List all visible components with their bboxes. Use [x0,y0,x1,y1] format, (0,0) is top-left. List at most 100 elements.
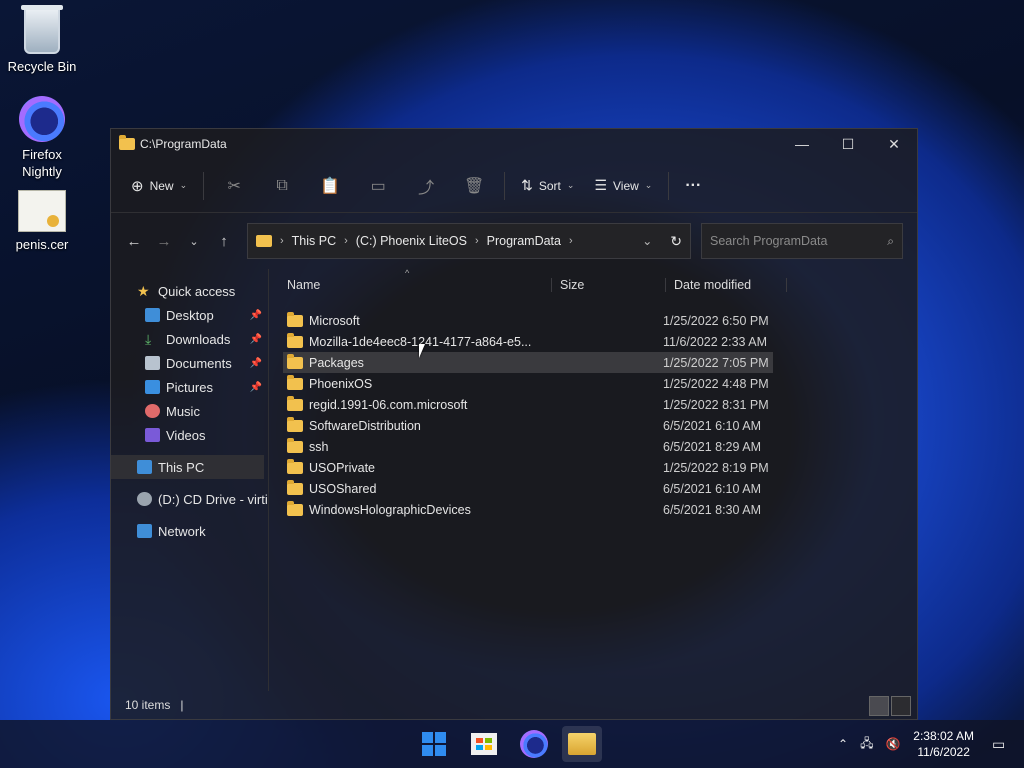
search-box[interactable]: ⌕ [701,223,903,259]
sidebar-item-this-pc[interactable]: This PC [111,455,264,479]
chevron-down-icon: ⌄ [566,180,575,190]
maximize-button[interactable]: ☐ [825,129,871,159]
command-bar: ⊕ New ⌄ ✂ ⧉ 📋 ▭ ⤴ 🗑 ⇅ Sort ⌄ ☰ View ⌄ ··… [111,159,917,213]
sidebar-item-label: Desktop [166,307,214,323]
sidebar-item-desktop[interactable]: Desktop 📌 [111,303,268,327]
sidebar-item-pictures[interactable]: Pictures 📌 [111,375,268,399]
column-header-name[interactable]: Name [279,278,551,292]
column-header-date[interactable]: Date modified [665,278,787,292]
chevron-up-icon[interactable]: ⌃ [838,737,848,751]
file-date: 1/25/2022 7:05 PM [663,355,769,370]
file-name: Packages [309,355,364,370]
up-arrow-icon[interactable]: ↑ [209,233,239,250]
breadcrumb-drive[interactable]: (C:) Phoenix LiteOS [356,234,467,248]
notification-icon: ▭ [992,735,1006,752]
folder-icon [287,458,303,474]
rename-icon[interactable]: ▭ [354,176,402,196]
taskbar-store[interactable] [464,726,504,762]
sidebar-item-label: (D:) CD Drive - virti [158,491,268,507]
file-row[interactable]: regid.1991-06.com.microsoft 1/25/2022 8:3… [283,394,773,415]
sidebar-item-videos[interactable]: Videos [111,423,268,447]
sort-label: Sort [538,178,561,193]
sidebar-item-label: This PC [158,459,205,475]
file-row[interactable]: ssh 6/5/2021 8:29 AM [283,436,773,457]
toolbar-divider [203,171,205,200]
sidebar-item-cd-drive[interactable]: (D:) CD Drive - virti [111,487,268,511]
desktop-icon-recycle-bin[interactable]: Recycle Bin [2,5,82,75]
desktop-icon-firefox-nightly[interactable]: Firefox Nightly [2,96,82,180]
file-date: 1/25/2022 6:50 PM [663,313,769,328]
back-arrow-icon[interactable]: ← [119,233,149,250]
forward-arrow-icon[interactable]: → [149,233,179,250]
file-date: 1/25/2022 8:19 PM [663,460,769,475]
store-icon [471,733,497,755]
file-row[interactable]: USOPrivate 1/25/2022 8:19 PM [283,457,773,478]
start-button[interactable] [414,726,454,762]
toolbar-divider [668,171,670,200]
file-name: USOShared [309,481,377,496]
search-input[interactable] [710,234,888,248]
address-bar[interactable]: › This PC › (C:) Phoenix LiteOS › Progra… [247,223,691,259]
title-bar[interactable]: C:\ProgramData — ☐ ✕ [111,129,917,159]
desktop-icon-penis-cer[interactable]: penis.cer [2,190,82,253]
file-date: 6/5/2021 6:10 AM [663,481,761,496]
file-row[interactable]: Microsoft 1/25/2022 6:50 PM [283,310,773,331]
taskbar-file-explorer[interactable] [562,726,602,762]
volume-muted-icon[interactable]: 🔇 [885,737,900,751]
view-switcher [869,696,911,716]
sidebar-item-documents[interactable]: Documents 📌 [111,351,268,375]
file-row[interactable]: WindowsHolographicDevices 6/5/2021 8:30 A… [283,499,773,520]
more-options-button[interactable]: ··· [675,171,711,201]
large-icons-view-icon[interactable] [891,696,911,716]
breadcrumb-this-pc[interactable]: This PC [292,234,336,248]
taskbar-clock[interactable]: 2:38:02 AM 11/6/2022 [913,728,974,760]
network-status-icon[interactable]: 🖧 [860,734,873,755]
mouse-cursor-icon [419,344,425,358]
new-button[interactable]: ⊕ New ⌄ [121,171,197,201]
file-row[interactable]: PhoenixOS 1/25/2022 4:48 PM [283,373,773,394]
sidebar-item-downloads[interactable]: ⤓ Downloads 📌 [111,327,268,351]
network-icon [137,524,152,538]
file-name: Microsoft [309,313,360,328]
view-button[interactable]: ☰ View ⌄ [584,171,662,200]
window-title: C:\ProgramData [140,137,227,151]
system-tray: ⌃ 🖧 🔇 [838,720,900,768]
paste-icon[interactable]: 📋 [306,176,354,196]
column-header-size[interactable]: Size [551,278,665,292]
file-row[interactable]: Mozilla-1de4eec8-1241-4177-a864-e5... 11/… [283,331,773,352]
file-row[interactable]: USOShared 6/5/2021 6:10 AM [283,478,773,499]
breadcrumb-programdata[interactable]: ProgramData [487,234,561,248]
sidebar-item-network[interactable]: Network [111,519,268,543]
file-row[interactable]: SoftwareDistribution 6/5/2021 6:10 AM [283,415,773,436]
firefox-nightly-icon [520,730,548,758]
desktop-icon-label: Firefox Nightly [22,147,62,179]
taskbar-firefox-nightly[interactable] [514,726,554,762]
clock-time: 2:38:02 AM [913,729,974,743]
cut-icon[interactable]: ✂ [210,176,258,196]
document-icon [145,356,160,370]
refresh-icon[interactable]: ↻ [670,233,682,250]
sort-button[interactable]: ⇅ Sort ⌄ [511,171,584,200]
sidebar-item-label: Music [166,403,200,419]
delete-icon[interactable]: 🗑 [450,176,498,196]
music-icon [145,404,160,418]
sidebar-item-label: Downloads [166,331,231,347]
firefox-nightly-icon [19,96,65,142]
folder-icon [119,135,135,150]
file-name: ssh [309,439,329,454]
sidebar-item-music[interactable]: Music [111,399,268,423]
sidebar-item-quick-access[interactable]: ★ Quick access [111,279,268,303]
address-dropdown-icon[interactable]: ⌄ [642,234,652,248]
file-row[interactable]: Packages 1/25/2022 7:05 PM [283,352,773,373]
desktop-icon [145,308,160,322]
close-button[interactable]: ✕ [871,129,917,159]
recent-locations-chevron-icon[interactable]: ⌄ [179,235,209,248]
file-date: 1/25/2022 8:31 PM [663,397,769,412]
share-icon[interactable]: ⤴ [402,174,450,198]
copy-icon[interactable]: ⧉ [258,177,306,195]
notification-center[interactable]: ▭ [992,720,1005,768]
minimize-button[interactable]: — [779,129,825,159]
file-list-pane: ^ Name Size Date modified Microsoft 1/25/… [269,268,917,691]
details-view-icon[interactable] [869,696,889,716]
status-separator: | [180,698,184,712]
